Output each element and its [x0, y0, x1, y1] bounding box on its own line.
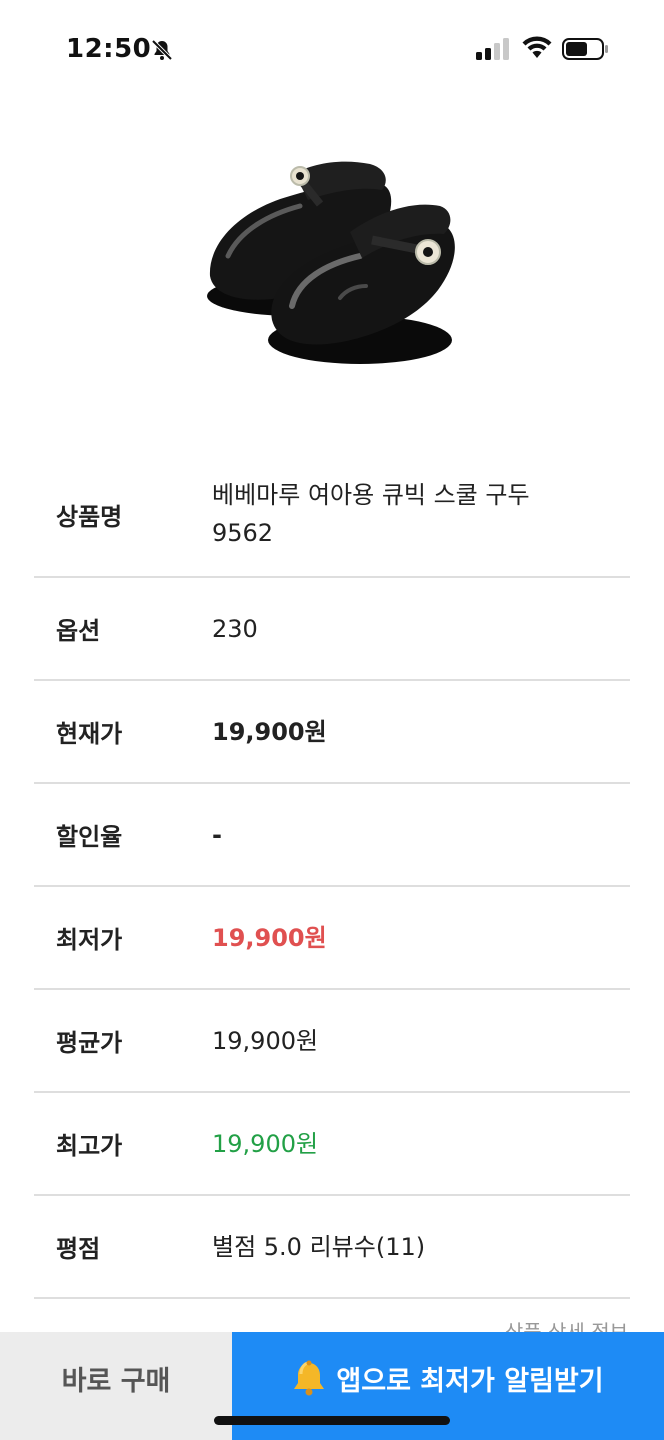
row-rating: 평점 별점 5.0 리뷰수(11)	[34, 1196, 630, 1299]
row-current-price: 현재가 19,900원	[34, 681, 630, 784]
bell-icon	[294, 1360, 325, 1396]
battery-icon	[562, 38, 608, 60]
option-value: 230	[212, 614, 258, 643]
home-indicator	[214, 1416, 450, 1425]
row-discount-rate: 할인율 -	[34, 784, 630, 887]
lowest-price-value: 19,900원	[212, 923, 327, 952]
bell-off-icon	[151, 39, 173, 61]
status-bar: 12:50	[0, 0, 664, 100]
wifi-icon	[522, 36, 552, 58]
product-name-value: 베베마루 여아용 큐빅 스쿨 구두 9562	[212, 481, 530, 547]
row-product-name: 상품명 베베마루 여아용 큐빅 스쿨 구두 9562	[34, 452, 630, 578]
highest-price-value: 19,900원	[212, 1129, 319, 1158]
row-highest-price: 최고가 19,900원	[34, 1093, 630, 1196]
row-label: 상품명	[56, 502, 123, 531]
buy-now-label: 바로 구매	[61, 1365, 171, 1397]
current-price-value: 19,900원	[212, 717, 327, 746]
row-lowest-price: 최저가 19,900원	[34, 887, 630, 990]
signal-icon	[476, 38, 509, 60]
discount-rate-value: -	[212, 820, 222, 849]
rating-value: 별점 5.0 리뷰수(11)	[212, 1232, 426, 1261]
row-average-price: 평균가 19,900원	[34, 990, 630, 1093]
row-label: 평점	[56, 1235, 101, 1263]
shoe-product-image	[207, 161, 455, 364]
row-label: 최저가	[56, 926, 123, 954]
row-label: 현재가	[56, 720, 123, 748]
status-time: 12:50	[66, 34, 152, 64]
row-label: 할인율	[56, 823, 123, 851]
row-label: 평균가	[56, 1029, 123, 1057]
buy-now-button[interactable]: 바로 구매	[0, 1332, 232, 1440]
row-label: 옵션	[56, 617, 101, 645]
average-price-value: 19,900원	[212, 1026, 319, 1055]
row-label: 최고가	[56, 1132, 123, 1160]
row-option: 옵션 230	[34, 578, 630, 681]
product-info-table: 상품명 베베마루 여아용 큐빅 스쿨 구두 9562 옵션 230 현재가 19…	[34, 452, 630, 1299]
price-alert-label: 앱으로 최저가 알림받기	[336, 1365, 604, 1397]
